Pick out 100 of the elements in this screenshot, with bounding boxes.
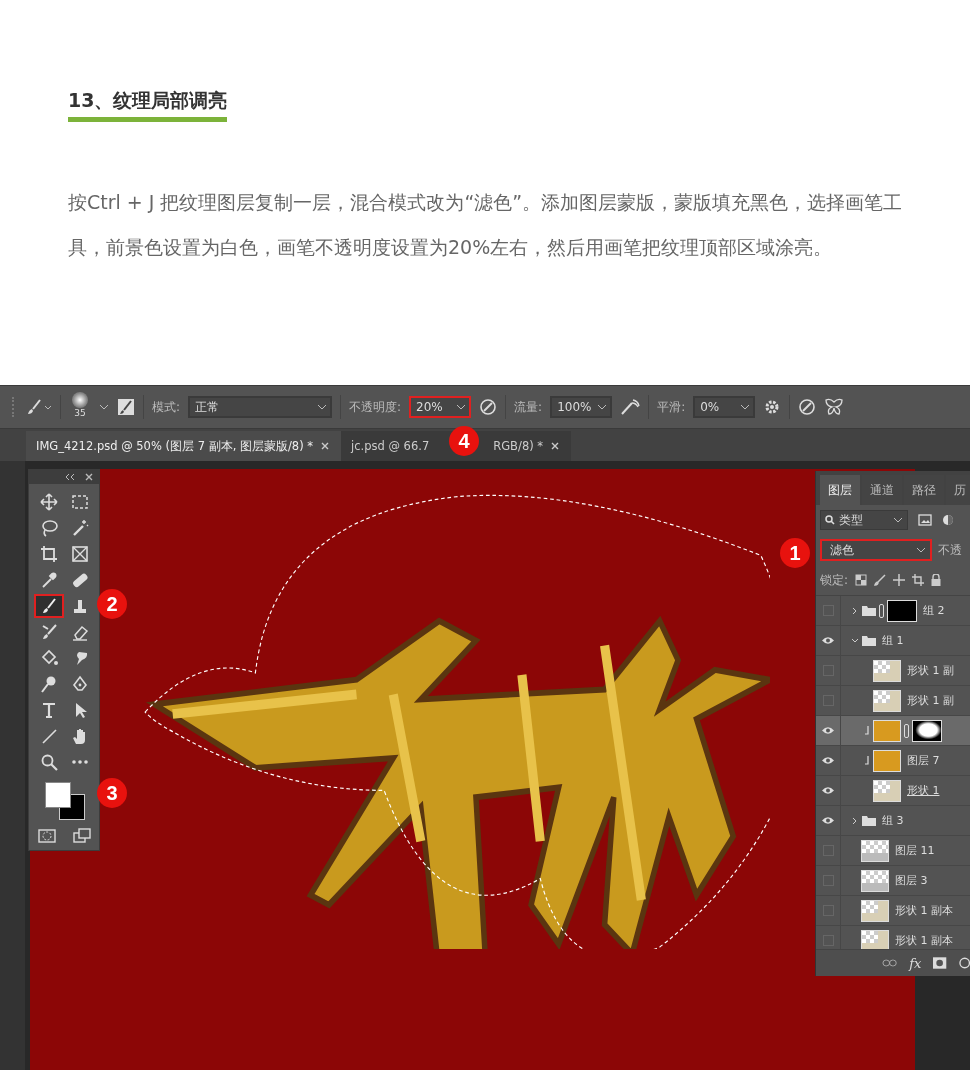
caret-icon[interactable] bbox=[456, 403, 467, 411]
layer-row[interactable] bbox=[816, 716, 970, 746]
section-heading: 13、纹理局部调亮 bbox=[68, 88, 228, 122]
close-icon[interactable] bbox=[85, 473, 93, 481]
pressure-size-icon[interactable] bbox=[798, 398, 817, 416]
link-icon[interactable] bbox=[882, 959, 898, 967]
layer-thumbnail bbox=[873, 749, 901, 772]
eye-icon[interactable] bbox=[821, 786, 835, 795]
layer-thumbnail bbox=[873, 689, 901, 712]
layer-row[interactable]: 组 3 bbox=[816, 806, 970, 836]
checkerboard-icon[interactable] bbox=[855, 574, 868, 586]
layer-row[interactable]: 图层 3 bbox=[816, 866, 970, 896]
folder-icon bbox=[862, 815, 876, 826]
adjustment-layer-icon[interactable] bbox=[958, 957, 970, 969]
collapse-icon[interactable] bbox=[65, 473, 75, 481]
close-icon[interactable] bbox=[321, 442, 330, 450]
adjustment-filter-icon[interactable] bbox=[942, 514, 954, 526]
search-icon bbox=[825, 515, 835, 525]
foreground-color-swatch[interactable] bbox=[45, 782, 71, 808]
folder-icon bbox=[862, 635, 876, 646]
screen-mode-icon[interactable] bbox=[72, 828, 91, 844]
brush-tip-icon[interactable] bbox=[72, 392, 88, 408]
airbrush-icon[interactable] bbox=[620, 398, 641, 416]
layer-name: 组 3 bbox=[882, 813, 904, 828]
layer-name: 形状 1 副 bbox=[907, 693, 954, 708]
layer-thumbnail bbox=[861, 899, 889, 922]
instruction-paragraph: 按Ctrl + J 把纹理图层复制一层，混合模式改为“滤色”。添加图层蒙版，蒙版填充黑色，选择画笔工具，前景色设置为白色，画笔不透明度设置为20%左右，然后用画笔把纹理顶部区域涂亮。 bbox=[68, 190, 904, 260]
smoothing-field[interactable]: 0% bbox=[693, 396, 756, 418]
panel-tab[interactable]: 图层 bbox=[820, 475, 860, 505]
layer-thumbnail bbox=[861, 929, 889, 949]
mode-dropdown[interactable]: 正常 bbox=[188, 396, 333, 418]
layer-thumbnail bbox=[861, 839, 889, 862]
chevron-icon[interactable] bbox=[851, 636, 859, 645]
layer-row[interactable]: 图层 11 bbox=[816, 836, 970, 866]
layer-thumbnail bbox=[861, 869, 889, 892]
layer-name: 形状 1 副本 bbox=[895, 903, 953, 918]
smoothing-label: 平滑: bbox=[657, 398, 686, 416]
butterfly-icon[interactable] bbox=[824, 398, 845, 416]
layer-row[interactable]: 组 2 bbox=[816, 596, 970, 626]
step-badge: 3 bbox=[97, 778, 127, 808]
close-icon[interactable] bbox=[551, 442, 560, 450]
brush-preset-icon[interactable] bbox=[26, 399, 52, 415]
layer-name: 形状 1 副本 bbox=[895, 933, 953, 948]
layer-thumbnail bbox=[873, 779, 901, 802]
layer-name: 图层 7 bbox=[907, 753, 940, 768]
opacity-field[interactable]: 20% bbox=[409, 396, 472, 418]
pressure-opacity-icon[interactable] bbox=[479, 398, 498, 416]
layer-row[interactable]: 形状 1 bbox=[816, 776, 970, 806]
caret-icon[interactable] bbox=[740, 403, 751, 411]
layer-name: 图层 3 bbox=[895, 873, 928, 888]
quick-mask-icon[interactable] bbox=[37, 828, 56, 844]
caret-icon[interactable] bbox=[99, 403, 109, 411]
eye-icon[interactable] bbox=[821, 726, 835, 735]
opacity-label: 不透 bbox=[938, 541, 962, 559]
folder-icon bbox=[862, 605, 876, 616]
mode-label: 模式: bbox=[152, 398, 181, 416]
eye-icon[interactable] bbox=[821, 636, 835, 645]
brush-size: 35 bbox=[74, 408, 86, 418]
caret-icon[interactable] bbox=[893, 516, 903, 524]
blend-mode-dropdown[interactable]: 滤色 bbox=[820, 539, 932, 561]
layer-name: 图层 11 bbox=[895, 843, 935, 858]
layer-effects-button[interactable]: fx bbox=[909, 955, 922, 971]
caret-icon[interactable] bbox=[597, 403, 608, 411]
flow-field[interactable]: 100% bbox=[550, 396, 613, 418]
move-icon[interactable] bbox=[893, 574, 906, 586]
tab-title: IMG_4212.psd @ 50% (图层 7 副本, 图层蒙版/8) * bbox=[36, 438, 314, 454]
flow-label: 流量: bbox=[514, 398, 543, 416]
eye-icon[interactable] bbox=[821, 756, 835, 765]
brush-icon[interactable] bbox=[874, 574, 887, 586]
brush-settings-icon[interactable] bbox=[117, 398, 135, 416]
link-icon bbox=[879, 603, 884, 618]
layer-name: 组 1 bbox=[882, 633, 904, 648]
layer-row[interactable]: 组 1 bbox=[816, 626, 970, 656]
layer-row[interactable]: 图层 7 bbox=[816, 746, 970, 776]
layer-name: 形状 1 副 bbox=[907, 663, 954, 678]
add-mask-icon[interactable] bbox=[933, 957, 947, 969]
layer-row[interactable]: 形状 1 副本 bbox=[816, 896, 970, 926]
layer-thumbnail bbox=[873, 659, 901, 682]
layer-row[interactable]: 形状 1 副 bbox=[816, 656, 970, 686]
layer-name: 形状 1 bbox=[907, 783, 940, 798]
chevron-icon[interactable] bbox=[851, 816, 859, 825]
lock-label: 锁定: bbox=[820, 571, 849, 589]
layer-filter-dropdown[interactable]: 类型 bbox=[820, 510, 908, 530]
brush-tool-icon[interactable] bbox=[33, 594, 64, 618]
eye-icon[interactable] bbox=[821, 816, 835, 825]
link-icon bbox=[904, 723, 909, 738]
step-badge: 4 bbox=[449, 426, 480, 456]
layer-thumbnail bbox=[873, 719, 901, 742]
caret-icon[interactable] bbox=[317, 403, 328, 411]
tab-title: RGB/8) * bbox=[493, 439, 544, 453]
opacity-label: 不透明度: bbox=[349, 398, 402, 416]
lock-icon[interactable] bbox=[931, 574, 942, 586]
layer-name: 组 2 bbox=[923, 603, 945, 618]
crop-icon[interactable] bbox=[912, 574, 925, 586]
caret-icon[interactable] bbox=[916, 546, 926, 554]
chevron-icon[interactable] bbox=[851, 606, 859, 615]
tab-title: jc.psd @ 66.7 bbox=[351, 439, 430, 453]
image-filter-icon[interactable] bbox=[918, 514, 932, 526]
document-tab[interactable]: IMG_4212.psd @ 50% (图层 7 副本, 图层蒙版/8) * bbox=[26, 431, 342, 461]
step-badge: 2 bbox=[97, 589, 127, 619]
